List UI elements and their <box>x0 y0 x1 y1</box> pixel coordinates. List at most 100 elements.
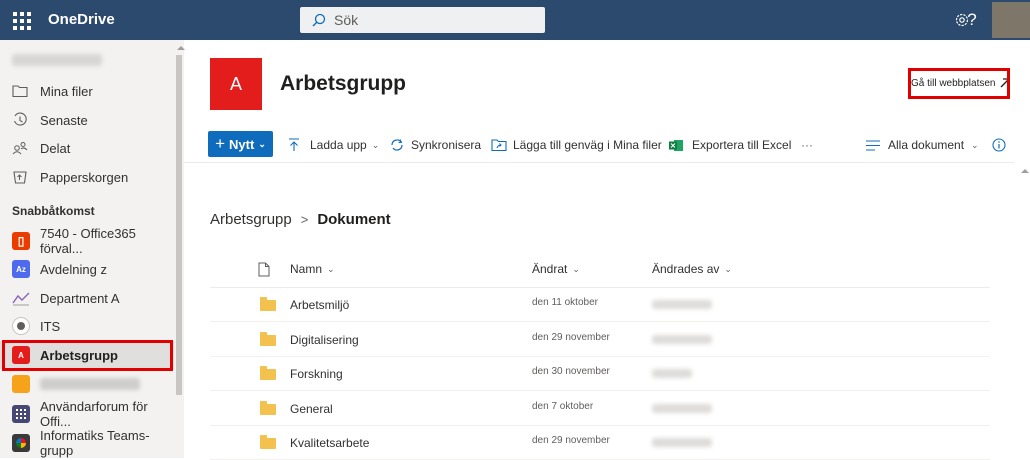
redacted-label <box>40 378 140 390</box>
modified-date: den 7 oktober <box>532 401 594 412</box>
help-icon[interactable]: ? <box>960 8 984 32</box>
export-excel-button[interactable]: Exportera till Excel <box>669 133 791 157</box>
chevron-down-icon: ⌄ <box>971 139 979 150</box>
file-name[interactable]: Kvalitetsarbete <box>290 436 369 450</box>
its-logo-icon <box>12 317 30 335</box>
new-button[interactable]: + Nytt ⌄ <box>208 131 273 157</box>
search-placeholder: Sök <box>334 12 359 28</box>
info-icon <box>992 138 1006 152</box>
app-title[interactable]: OneDrive <box>48 11 115 28</box>
upload-button[interactable]: Ladda upp ⌄ <box>288 133 379 157</box>
sidebar-item-informatiks[interactable]: Informatiks Teams-grupp <box>0 428 174 458</box>
table-row[interactable]: Digitalisering den 29 november <box>210 323 990 357</box>
upload-arrow-icon <box>288 138 300 152</box>
modified-by-redacted <box>652 335 712 344</box>
sidebar-item-label: Department A <box>40 290 120 306</box>
main-scrollbar[interactable] <box>1018 165 1029 458</box>
folder-icon <box>12 83 28 99</box>
sidebar-item-label: Avdelning z <box>40 261 107 277</box>
upload-label: Ladda upp <box>310 138 367 152</box>
folder-icon <box>260 297 276 311</box>
more-icon: ··· <box>801 138 813 152</box>
help-label: ? <box>967 10 977 29</box>
breadcrumb-current: Dokument <box>317 211 391 228</box>
people-icon <box>12 140 28 156</box>
table-row[interactable]: General den 7 oktober <box>210 392 990 426</box>
breadcrumb-parent[interactable]: Arbetsgrupp <box>210 211 292 228</box>
modified-by-redacted <box>652 438 712 447</box>
column-header-modified[interactable]: Ändrat ⌄ <box>532 262 580 276</box>
folder-icon <box>260 401 276 415</box>
sidebar-item-label: ITS <box>40 318 61 334</box>
sync-label: Synkronisera <box>411 138 482 152</box>
app-launcher-icon[interactable] <box>10 9 32 31</box>
column-header-label: Ändrades av <box>652 262 720 276</box>
sync-button[interactable]: Synkronisera <box>389 133 481 157</box>
search-icon <box>312 13 326 27</box>
sidebar-scroll-thumb[interactable] <box>176 55 182 395</box>
modified-date: den 29 november <box>532 332 610 343</box>
chevron-down-icon: ⌄ <box>327 263 335 274</box>
add-shortcut-button[interactable]: Lägga till genväg i Mina filer <box>491 133 662 157</box>
breadcrumb-separator-icon: > <box>300 212 309 227</box>
top-bar: OneDrive Sök ? <box>0 0 1030 40</box>
office-logo-icon: ▯ <box>12 232 30 250</box>
quick-access-heading: Snabbåtkomst <box>12 204 95 218</box>
sidebar-item-avdelning-z[interactable]: Az Avdelning z <box>0 255 174 283</box>
file-name[interactable]: Arbetsmiljö <box>290 298 349 312</box>
sidebar-item-redacted[interactable] <box>0 370 174 398</box>
excel-icon <box>669 139 684 152</box>
chevron-down-icon: ⌄ <box>258 138 266 149</box>
column-header-label: Namn <box>290 262 323 276</box>
info-button[interactable] <box>992 133 1006 157</box>
modified-by-redacted <box>652 300 712 309</box>
site-logo: A <box>210 58 262 110</box>
avatar[interactable] <box>992 2 1030 38</box>
folder-shortcut-icon <box>491 138 507 152</box>
clock-icon <box>12 112 28 128</box>
command-bar-divider <box>184 162 1014 163</box>
sidebar-item-label: Senaste <box>40 112 88 128</box>
group-logo-icon <box>12 375 30 393</box>
folder-icon <box>260 332 276 346</box>
sidebar-item-recent[interactable]: Senaste <box>0 106 174 134</box>
view-switcher-label: Alla dokument <box>888 138 965 152</box>
chevron-down-icon: ⌄ <box>371 139 380 150</box>
table-row[interactable]: Arbetsmiljö den 11 oktober <box>210 288 990 322</box>
folder-icon <box>260 366 276 380</box>
sidebar-item-recycle-bin[interactable]: Papperskorgen <box>0 163 174 191</box>
column-header-modified-by[interactable]: Ändrades av ⌄ <box>652 262 732 276</box>
sidebar-item-shared[interactable]: Delat <box>0 134 174 162</box>
page-title: Arbetsgrupp <box>280 72 406 95</box>
file-name[interactable]: General <box>290 402 333 416</box>
plus-icon: + <box>215 134 226 153</box>
sidebar-item-label: Informatiks Teams-grupp <box>40 428 150 458</box>
modified-date: den 30 november <box>532 366 610 377</box>
export-excel-label: Exportera till Excel <box>692 138 792 152</box>
recycle-bin-icon <box>12 169 28 185</box>
list-view-icon <box>866 139 880 151</box>
table-row[interactable]: Forskning den 30 november <box>210 357 990 391</box>
search-box[interactable]: Sök <box>300 7 545 33</box>
column-header-name[interactable]: Namn ⌄ <box>290 262 335 276</box>
sidebar-item-anvandarforum[interactable]: Användarforum för Offi... <box>0 399 174 429</box>
sidebar-item-my-files[interactable]: Mina filer <box>0 77 174 105</box>
sidebar-item-department-a[interactable]: Department A <box>0 284 174 312</box>
file-name[interactable]: Forskning <box>290 367 343 381</box>
modified-by-redacted <box>652 369 692 378</box>
view-switcher[interactable]: Alla dokument ⌄ <box>866 133 979 157</box>
file-type-header-icon[interactable] <box>258 262 270 277</box>
file-name[interactable]: Digitalisering <box>290 333 359 347</box>
team-logo-icon <box>12 434 30 452</box>
sidebar-item-its[interactable]: ITS <box>0 312 174 340</box>
table-row[interactable]: Kvalitetsarbete den 29 november <box>210 426 990 460</box>
new-button-label: Nytt <box>229 136 255 152</box>
sidebar-item-label: Delat <box>40 140 71 156</box>
more-commands-button[interactable]: ··· <box>801 133 813 157</box>
chevron-down-icon: ⌄ <box>724 263 732 274</box>
modified-date: den 29 november <box>532 435 610 446</box>
sidebar-item-label: Användarforum för Offi... <box>40 399 148 429</box>
sidebar-item-office365[interactable]: ▯ 7540 - Office365 förval... <box>0 226 174 256</box>
site-badge-az-icon: Az <box>12 260 30 278</box>
modified-by-redacted <box>652 404 712 413</box>
